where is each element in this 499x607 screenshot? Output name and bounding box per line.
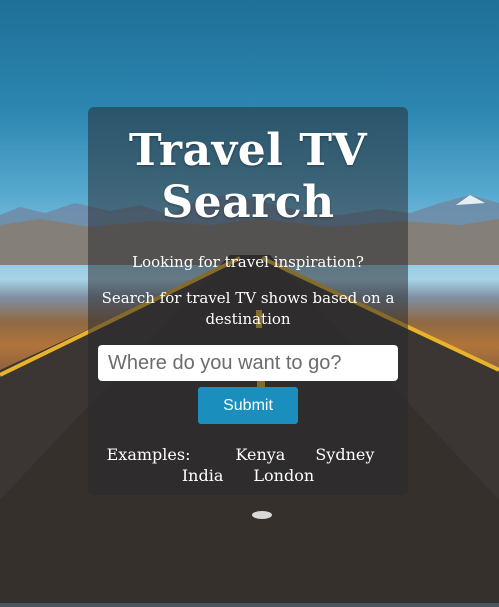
example-link-sydney[interactable]: Sydney — [315, 444, 374, 465]
title-line-2: Search — [161, 177, 335, 228]
tagline: Looking for travel inspiration? — [132, 253, 364, 271]
examples-label: Examples: — [106, 445, 191, 464]
submit-button[interactable]: Submit — [198, 387, 298, 424]
instructions: Search for travel TV shows based on a de… — [101, 289, 395, 328]
example-link-india[interactable]: India — [182, 465, 224, 486]
search-input[interactable] — [98, 345, 398, 381]
examples-list: Examples: Kenya Sydney India London — [88, 444, 408, 486]
example-link-kenya[interactable]: Kenya — [235, 444, 285, 465]
title-line-1: Travel TV — [128, 125, 368, 176]
example-link-london[interactable]: London — [253, 465, 314, 486]
page-title: Travel TV Search — [88, 125, 408, 229]
search-panel: Travel TV Search Looking for travel insp… — [88, 107, 408, 495]
